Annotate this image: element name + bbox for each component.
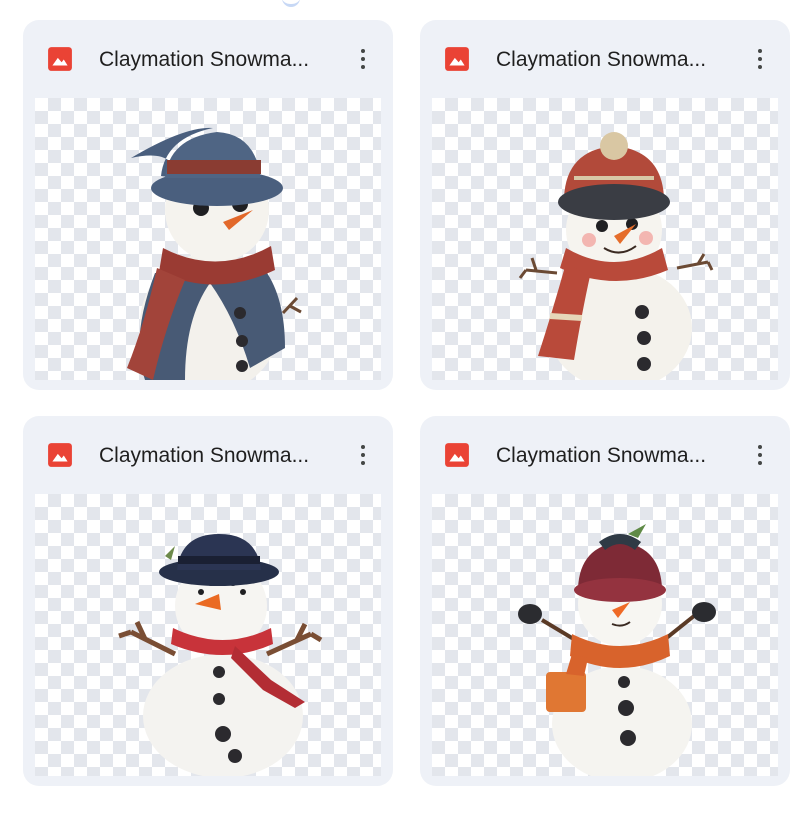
file-card[interactable]: Claymation Snowma... xyxy=(420,416,790,786)
file-title[interactable]: Claymation Snowma... xyxy=(99,443,335,469)
image-preview[interactable] xyxy=(35,98,381,380)
more-vert-icon xyxy=(361,49,365,53)
snowman-blue-witch-hat-image xyxy=(127,127,302,380)
more-vert-icon xyxy=(758,49,762,53)
more-options-button[interactable] xyxy=(349,42,377,76)
more-vert-icon xyxy=(361,445,365,449)
more-options-button[interactable] xyxy=(349,438,377,472)
image-file-icon xyxy=(48,47,72,71)
file-title[interactable]: Claymation Snowma... xyxy=(496,47,732,73)
image-preview[interactable] xyxy=(35,494,381,776)
more-vert-icon xyxy=(758,445,762,449)
file-title[interactable]: Claymation Snowma... xyxy=(496,443,732,469)
snowman-knit-beanie-image xyxy=(518,132,714,380)
snowman-red-beanie-mittens-image xyxy=(518,524,716,776)
file-card[interactable]: Claymation Snowma... xyxy=(420,20,790,390)
file-card-header: Claymation Snowma... xyxy=(420,20,790,98)
file-card[interactable]: Claymation Snowma... xyxy=(23,20,393,390)
file-card-header: Claymation Snowma... xyxy=(23,416,393,494)
more-options-button[interactable] xyxy=(746,42,774,76)
snowman-navy-bowler-hat-image xyxy=(118,534,323,776)
image-file-icon xyxy=(48,443,72,467)
image-file-icon xyxy=(445,443,469,467)
file-card-header: Claymation Snowma... xyxy=(420,416,790,494)
image-file-icon xyxy=(445,47,469,71)
image-preview[interactable] xyxy=(432,98,778,380)
more-options-button[interactable] xyxy=(746,438,774,472)
top-scroll-indicator xyxy=(282,0,300,7)
image-preview[interactable] xyxy=(432,494,778,776)
file-title[interactable]: Claymation Snowma... xyxy=(99,47,335,73)
file-card[interactable]: Claymation Snowma... xyxy=(23,416,393,786)
file-card-header: Claymation Snowma... xyxy=(23,20,393,98)
